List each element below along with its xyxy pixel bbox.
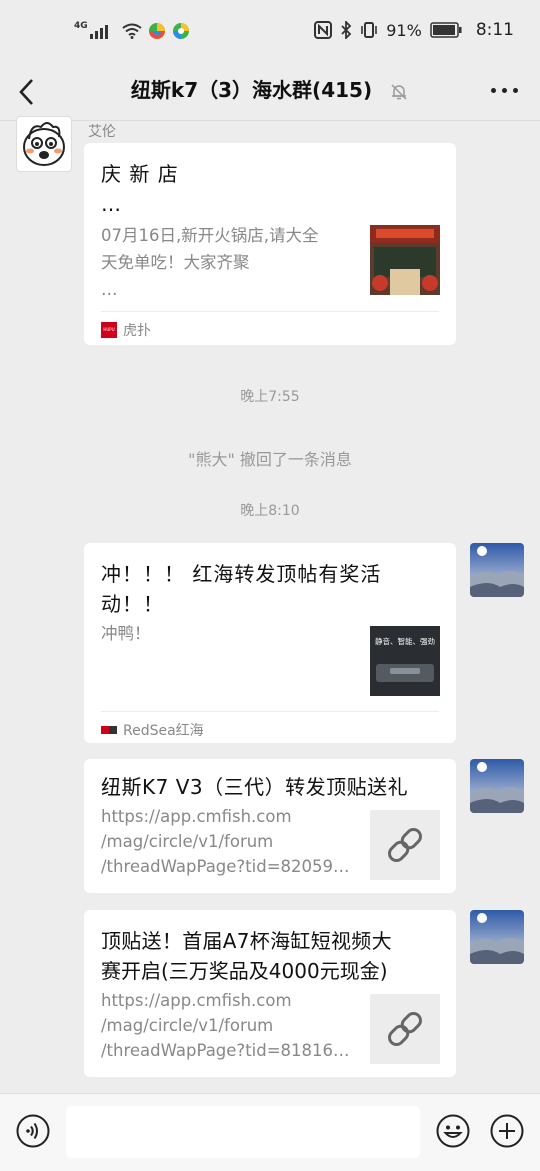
card-url-line: /threadWapPage?tid=81816… xyxy=(101,1041,350,1060)
my-avatar[interactable] xyxy=(470,910,524,964)
card-desc-line: 07月16日,新开火锅店,请大全 xyxy=(101,226,319,245)
plus-icon[interactable] xyxy=(490,1114,524,1148)
card-url-line: https://app.cmfish.com xyxy=(101,991,292,1010)
source-name: RedSea红海 xyxy=(123,723,204,739)
card-desc-line: 冲鸭！ xyxy=(101,624,151,643)
input-bar xyxy=(0,1093,540,1171)
timestamp: 晚上8:10 xyxy=(240,503,300,519)
my-avatar[interactable] xyxy=(470,543,524,597)
recall-notice: "熊大" 撤回了一条消息 xyxy=(188,450,352,469)
chat-title: 纽斯k7（3）海水群(415) xyxy=(130,78,373,102)
card-source: RedSea红海 xyxy=(101,711,439,740)
card-title-line: 顶贴送！首届A7杯海缸短视频大 xyxy=(101,929,392,953)
card-desc-line: 天免单吃！大家齐聚 xyxy=(101,253,250,272)
wifi-icon xyxy=(122,23,142,39)
device-image xyxy=(376,664,434,682)
link-icon xyxy=(388,1012,422,1046)
battery-icon xyxy=(430,22,462,38)
bluetooth-icon xyxy=(341,21,352,39)
status-right: 91% 8:11 xyxy=(314,20,514,40)
chat-title-wrap: 纽斯k7（3）海水群(415) xyxy=(0,74,540,103)
redsea-logo xyxy=(101,726,117,734)
card-desc-line: … xyxy=(101,280,118,299)
timestamp: 晚上7:55 xyxy=(240,389,300,405)
mute-bell-icon xyxy=(391,83,407,100)
link-thumbnail xyxy=(370,994,440,1064)
signal-icon xyxy=(89,25,108,39)
link-card-message[interactable]: 庆 新 店 … 07月16日,新开火锅店,请大全 天免单吃！大家齐聚 … HUP… xyxy=(84,143,456,345)
vibrate-icon xyxy=(361,22,378,38)
card-url-line: /mag/circle/v1/forum xyxy=(101,1016,274,1035)
voice-input-icon[interactable] xyxy=(16,1114,50,1148)
link-card-message[interactable]: 顶贴送！首届A7杯海缸短视频大 赛开启(三万奖品及4000元现金) https:… xyxy=(84,910,456,1077)
mountain-landscape-avatar xyxy=(470,910,524,964)
link-thumbnail xyxy=(370,810,440,880)
card-title-line: 动！！ xyxy=(101,592,164,616)
message-input[interactable] xyxy=(66,1106,420,1158)
nfc-icon xyxy=(314,21,333,39)
clock: 8:11 xyxy=(475,20,514,40)
link-card-message[interactable]: 纽斯K7 V3（三代）转发顶贴送礼 https://app.cmfish.com… xyxy=(84,759,456,893)
status-left: 4G xyxy=(74,21,190,40)
mountain-landscape-avatar xyxy=(470,759,524,813)
card-source: HUPU 虎扑 xyxy=(101,311,439,340)
battery-percent: 91% xyxy=(386,20,422,40)
card-title-line: 纽斯K7 V3（三代）转发顶贴送礼 xyxy=(101,775,409,799)
sender-name: 艾伦 xyxy=(88,124,116,140)
mountain-landscape-avatar xyxy=(470,543,524,597)
avatar[interactable] xyxy=(16,116,72,172)
card-url-line: https://app.cmfish.com xyxy=(101,807,292,826)
source-name: 虎扑 xyxy=(123,323,151,339)
storefront-image xyxy=(370,225,440,295)
app-notify-icon-2 xyxy=(172,23,189,39)
more-options-button[interactable] xyxy=(491,88,518,93)
cartoon-avatar-icon xyxy=(23,122,65,166)
card-title-ellipsis: … xyxy=(101,192,122,216)
card-url-line: /mag/circle/v1/forum xyxy=(101,832,274,851)
card-url-line: /threadWapPage?tid=82059… xyxy=(101,857,350,876)
card-title-line: 赛开启(三万奖品及4000元现金) xyxy=(101,959,388,983)
card-thumbnail: 静音、智能、强劲 xyxy=(370,626,440,696)
emoji-icon[interactable] xyxy=(436,1114,470,1148)
network-label: 4G xyxy=(74,21,88,31)
hupu-logo: HUPU xyxy=(101,322,117,338)
link-card-message[interactable]: 冲！！！ 红海转发顶帖有奖活 动！！ 冲鸭！ 静音、智能、强劲 RedSea红海 xyxy=(84,543,456,743)
card-thumbnail xyxy=(370,225,440,295)
card-title-line: 冲！！！ 红海转发顶帖有奖活 xyxy=(101,562,382,586)
status-bar: 4G 91% 8:11 xyxy=(0,0,540,64)
link-icon xyxy=(388,828,422,862)
my-avatar[interactable] xyxy=(470,759,524,813)
chat-header: 纽斯k7（3）海水群(415) xyxy=(0,64,540,121)
card-title: 庆 新 店 xyxy=(101,162,179,186)
app-notify-icon xyxy=(148,23,165,39)
